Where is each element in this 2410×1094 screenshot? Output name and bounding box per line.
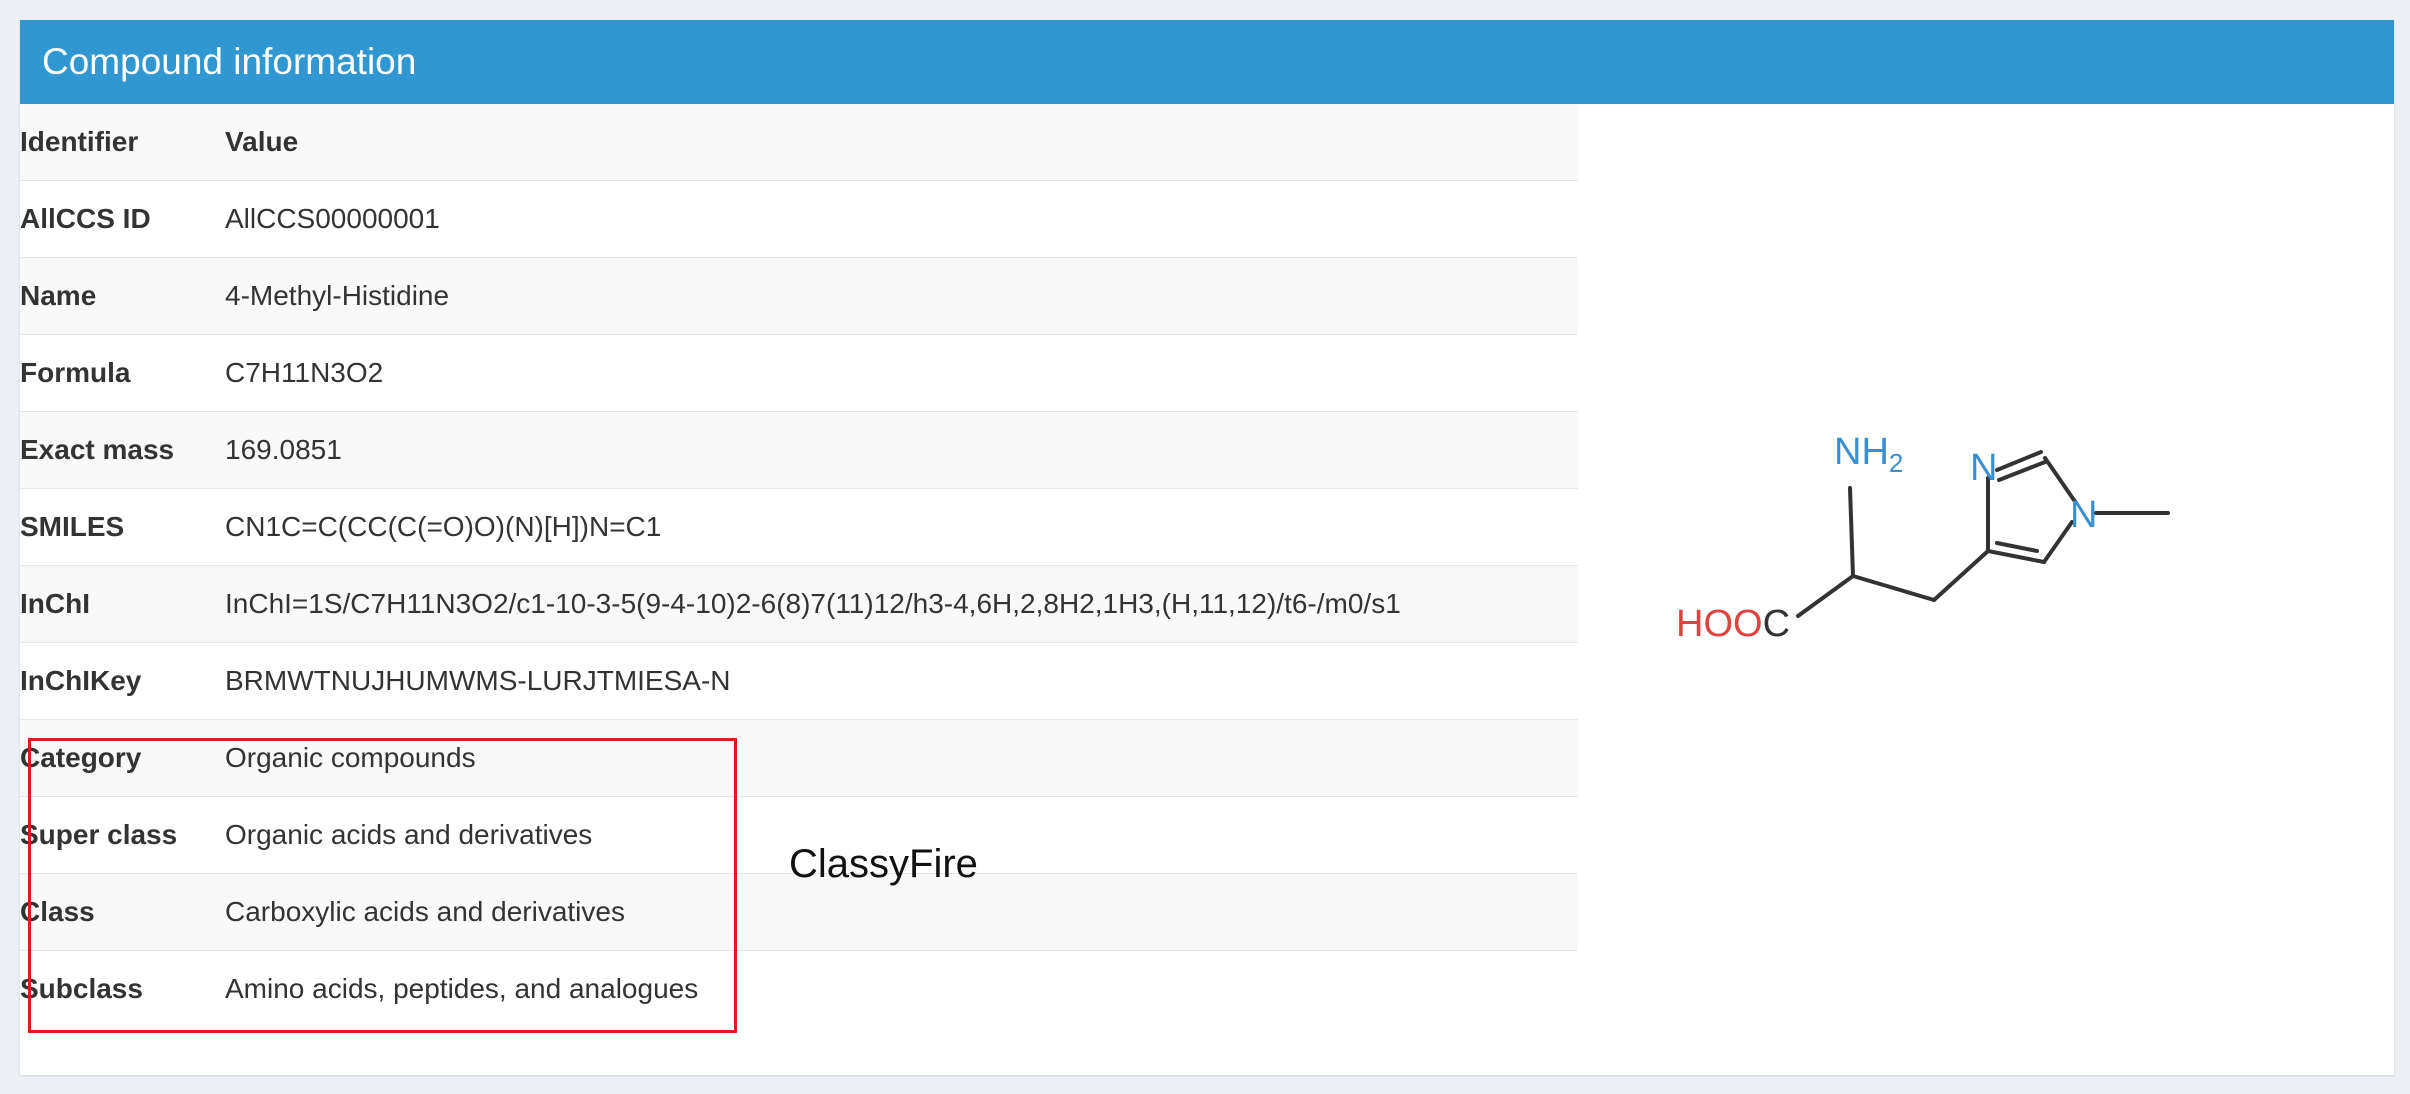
bond-ring-n1-c5 (2042, 520, 2074, 564)
table-row: InChI InChI=1S/C7H11N3O2/c1-10-3-5(9-4-1… (20, 565, 1578, 643)
row-value: 4-Methyl-Histidine (225, 257, 1578, 335)
row-key: InChI (20, 565, 225, 643)
table-row: Formula C7H11N3O2 (20, 334, 1578, 412)
table-row: Name 4-Methyl-Histidine (20, 257, 1578, 335)
row-key: Exact mass (20, 411, 225, 489)
ring-n3-label: N (1970, 447, 1997, 489)
nh2-label: NH2 (1834, 431, 1903, 478)
row-value: C7H11N3O2 (225, 334, 1578, 412)
row-value: BRMWTNUJHUMWMS-LURJTMIESA-N (225, 642, 1578, 720)
row-key: Name (20, 257, 225, 335)
carboxyl-label: HOOC (1676, 603, 1790, 645)
row-key: InChIKey (20, 642, 225, 720)
bond-ring-c5-c4-inner (1995, 541, 2039, 553)
ring-n1-label: N (2070, 494, 2097, 536)
row-value: InChI=1S/C7H11N3O2/c1-10-3-5(9-4-10)2-6(… (225, 565, 1578, 643)
table-row: Exact mass 169.0851 (20, 411, 1578, 489)
classyfire-label: ClassyFire (789, 842, 978, 886)
bond-ch2-ring (1932, 549, 1990, 602)
row-key: SMILES (20, 488, 225, 566)
column-header-value: Value (225, 104, 1578, 181)
row-key: AllCCS ID (20, 180, 225, 258)
panel-title: Compound information (20, 20, 2394, 104)
compound-info-panel: Compound information Identifier Value Al… (20, 20, 2394, 1075)
column-header-identifier: Identifier (20, 104, 225, 181)
classyfire-highlight-box (28, 738, 737, 1033)
chemical-structure-image: NH2 N N HOOC (1676, 431, 2170, 645)
row-key: Formula (20, 334, 225, 412)
table-row: InChIKey BRMWTNUJHUMWMS-LURJTMIESA-N (20, 642, 1578, 720)
bond-carboxyl-alpha (1796, 574, 1855, 618)
bond-alpha-ch2 (1851, 574, 1936, 602)
row-value: AllCCS00000001 (225, 180, 1578, 258)
row-value: CN1C=C(CC(C(=O)O)(N)[H])N=C1 (225, 488, 1578, 566)
bond-alpha-nh2 (1848, 486, 1855, 578)
table-row: SMILES CN1C=C(CC(C(=O)O)(N)[H])N=C1 (20, 488, 1578, 566)
row-value: 169.0851 (225, 411, 1578, 489)
table-row: AllCCS ID AllCCS00000001 (20, 180, 1578, 258)
table-header-row: Identifier Value (20, 104, 1578, 181)
